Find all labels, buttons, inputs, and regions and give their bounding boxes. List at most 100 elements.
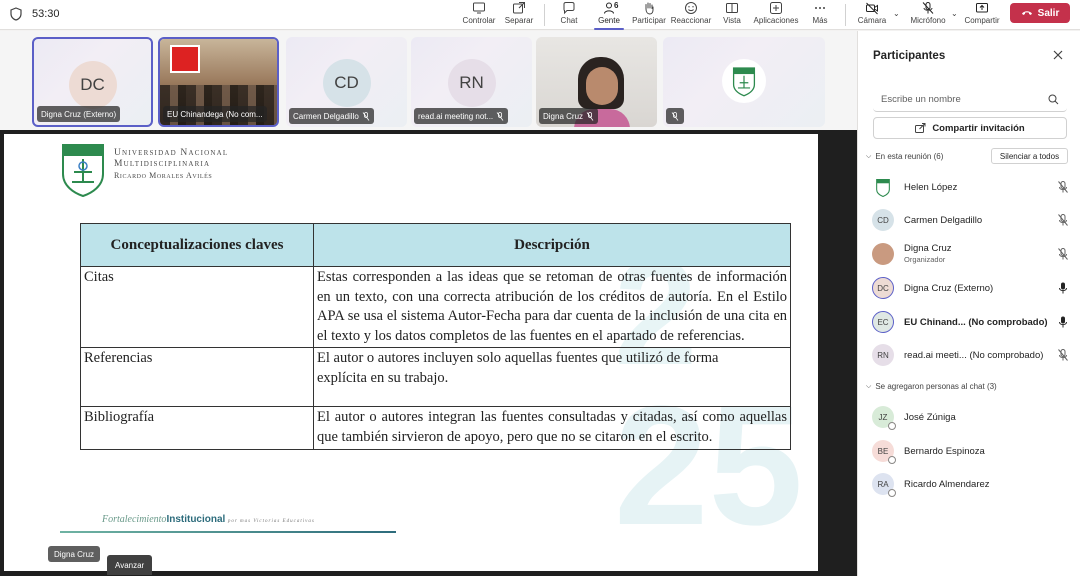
in-meeting-section-toggle[interactable]: ⌵ En esta reunión (6) [866, 152, 943, 161]
avatar: JZ [872, 406, 896, 430]
mic-icon [1059, 282, 1067, 294]
apps-plus-icon [770, 2, 782, 14]
status-dot [888, 456, 896, 464]
avatar: CD [872, 209, 894, 231]
column-header: Descripción [313, 223, 791, 267]
university-name: Universidad Nacional Multidisciplinaria … [114, 148, 229, 180]
chat-participant-row[interactable]: BE Bernardo Espinoza [872, 437, 1072, 465]
concept-cell: Bibliografía [80, 406, 314, 450]
pop-out-icon [513, 2, 525, 14]
search-input[interactable] [881, 94, 1041, 105]
camera-button[interactable]: Cámara [855, 0, 889, 30]
people-button[interactable]: Gente [592, 0, 626, 30]
participant-video-tile[interactable]: Digna Cruz [536, 37, 657, 127]
share-invitation-button[interactable]: Compartir invitación [873, 117, 1067, 139]
people-count-badge: 6 [614, 1, 619, 10]
mic-muted-icon [362, 111, 370, 121]
participant-tile[interactable]: RN read.ai meeting not... [411, 37, 532, 127]
chat-added-section-toggle[interactable]: ⌵ Se agregaron personas al chat (3) [866, 382, 997, 391]
chat-participant-row[interactable]: JZ José Zúniga [872, 403, 1072, 431]
participant-tile[interactable] [663, 37, 825, 127]
table-row: Citas Estas corresponden a las ideas que… [80, 265, 791, 349]
participant-row[interactable]: CD Carmen Delgadillo [872, 206, 1072, 234]
table-header-row: Conceptualizaciones claves Descripción [80, 223, 791, 267]
mute-all-button[interactable]: Silenciar a todos [991, 148, 1068, 164]
avatar [722, 59, 766, 103]
participants-panel: Participantes Compartir invitación ⌵ En … [857, 31, 1080, 576]
react-button[interactable]: Reaccionar [670, 0, 712, 30]
avatar: RA [872, 473, 896, 497]
share-icon [915, 123, 926, 133]
description-cell: El autor o autores incluyen solo aquella… [313, 347, 791, 408]
avatar: DC [872, 277, 894, 299]
close-icon[interactable] [1052, 49, 1064, 61]
participant-video-tile[interactable]: EU Chinandega (No com... [158, 37, 279, 127]
description-cell: Estas corresponden a las ideas que se re… [313, 265, 791, 349]
control-icon [473, 2, 485, 14]
avatar: EC [872, 311, 894, 333]
status-dot [888, 422, 896, 430]
avatar [872, 176, 894, 198]
panel-title: Participantes [873, 50, 946, 62]
video-gallery-strip: DC Digna Cruz (Externo) EU Chinandega (N… [0, 31, 857, 130]
university-logo-icon [732, 67, 756, 97]
participant-row[interactable]: EC EU Chinand... (No comprobado) [872, 308, 1072, 336]
meeting-toolbar: 53:30 Controlar Separar Chat Gente 6 Par… [0, 0, 1080, 30]
participant-name-tag: EU Chinandega (No com... [163, 106, 267, 122]
chat-button[interactable]: Chat [552, 0, 586, 30]
status-dot [888, 489, 896, 497]
table-row: Referencias El autor o autores incluyen … [80, 347, 791, 408]
avatar: CD [322, 59, 371, 107]
participant-row[interactable]: Helen López [872, 173, 1072, 201]
chat-participant-row[interactable]: RA Ricardo Almendarez [872, 470, 1072, 498]
pop-out-button[interactable]: Separar [502, 0, 536, 30]
mic-muted-icon [586, 111, 594, 121]
shield-icon [10, 7, 22, 21]
avatar [872, 243, 894, 265]
mic-muted-icon [1058, 214, 1068, 226]
microphone-button[interactable]: Micrófono [907, 0, 949, 30]
concept-cell: Referencias [80, 347, 314, 408]
participant-name-tag: Digna Cruz (Externo) [37, 106, 121, 122]
participant-row[interactable]: Digna Cruz Organizador [872, 240, 1072, 268]
participant-row[interactable]: DC Digna Cruz (Externo) [872, 274, 1072, 302]
raise-hand-button[interactable]: Participar [630, 0, 668, 30]
toolbar-divider [845, 4, 846, 26]
hand-icon [645, 2, 654, 15]
control-button[interactable]: Controlar [462, 0, 496, 30]
leave-button[interactable]: Salir [1010, 3, 1070, 23]
mic-muted-icon [1058, 181, 1068, 193]
mic-options-chevron-icon[interactable]: ⌄ [951, 9, 958, 18]
university-logo-icon [876, 178, 890, 197]
share-screen-icon [976, 3, 988, 13]
apps-button[interactable]: Aplicaciones [752, 0, 800, 30]
participant-name-tag: Digna Cruz [539, 108, 599, 124]
presenter-name-tag: Digna Cruz [48, 546, 101, 562]
more-dots-icon [815, 7, 825, 9]
avatar: RN [872, 344, 894, 366]
avatar: RN [447, 59, 496, 107]
mic-muted-icon [1058, 248, 1068, 260]
participant-tile[interactable]: DC Digna Cruz (Externo) [32, 37, 153, 127]
chat-icon [563, 2, 575, 15]
share-screen-button[interactable]: Compartir [962, 0, 1002, 30]
table-row: Bibliografía El autor o autores integran… [80, 406, 791, 450]
participant-row[interactable]: RN read.ai meeti... (No comprobado) [872, 341, 1072, 369]
mic-muted-icon [1058, 349, 1068, 361]
participant-tile[interactable]: CD Carmen Delgadillo [286, 37, 407, 127]
concept-cell: Citas [80, 265, 314, 349]
search-icon [1048, 94, 1059, 105]
mic-muted-icon [496, 111, 504, 121]
meeting-timer: 53:30 [32, 8, 60, 20]
presentation-slide: 2 25 Universidad Nacional Multidisciplin… [4, 134, 818, 571]
more-button[interactable]: Más [806, 0, 834, 30]
participant-search[interactable] [873, 88, 1067, 112]
participant-name-tag: Carmen Delgadillo [289, 108, 374, 124]
description-cell: El autor o autores integran las fuentes … [313, 406, 791, 450]
camera-options-chevron-icon[interactable]: ⌄ [893, 9, 900, 18]
view-icon [726, 3, 738, 13]
participant-name-tag [666, 108, 684, 124]
view-button[interactable]: Vista [716, 0, 748, 30]
advance-slide-button[interactable]: Avanzar [107, 555, 153, 575]
university-logo-icon [62, 144, 104, 198]
